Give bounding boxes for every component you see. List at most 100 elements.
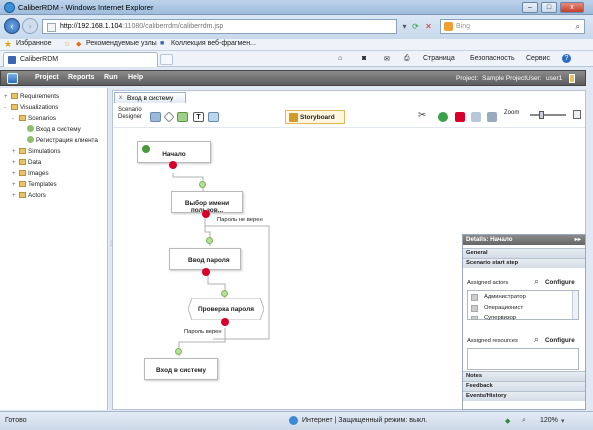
actors-list: Администратор Операционист Супервизор [467,290,579,320]
section-notes[interactable]: Notes [463,371,585,381]
menu-reports[interactable]: Reports [68,74,94,81]
maximize-button[interactable]: □ [541,2,557,13]
tree-item[interactable]: + Actors [0,190,107,201]
diagram-node-start[interactable]: Начало [137,141,211,163]
fav-item-recommended[interactable]: Рекомендуемые узлы [86,40,157,47]
lock-icon[interactable] [569,74,575,83]
tree-item[interactable]: + Images [0,168,107,179]
text-tool-icon[interactable]: T [193,112,204,122]
actor-checkbox[interactable] [471,294,478,301]
section-start-step[interactable]: Scenario start step [463,258,585,268]
section-events[interactable]: Events/History [463,391,585,401]
section-feedback[interactable]: Feedback [463,381,585,391]
zoom-dropdown-icon[interactable]: ▾ [561,417,565,425]
tree-item-label: Вход в систему [36,126,81,133]
diagram-node-enter-password[interactable]: Ввод пароля [169,248,241,270]
input-port[interactable] [206,237,213,244]
folder-icon [11,104,18,110]
output-port[interactable] [202,268,210,276]
zoom-slider-knob[interactable] [539,111,544,119]
menu-help[interactable]: Help [128,74,143,81]
zoom-icon[interactable]: ⌕ [522,417,526,425]
add-step-icon[interactable] [150,112,161,122]
section-general[interactable]: General [463,248,585,258]
add-favorite-icon[interactable]: ☆ [64,40,70,48]
search-box[interactable]: Bing ⌕ [440,19,585,34]
diagram-node-check-password[interactable]: Проверка пароля [188,298,264,320]
zone-text[interactable]: Интернет | Защищенный режим: выкл. [302,417,427,424]
favorites-star-icon[interactable]: ★ [4,39,12,50]
favorites-button[interactable]: Избранное [16,40,51,47]
fit-icon[interactable] [573,110,581,119]
tree-expander-icon[interactable]: - [4,103,11,114]
configure-actors-button[interactable]: Configure [545,279,575,286]
compat-icon[interactable]: ▾ [399,19,410,34]
camera-icon[interactable] [487,112,497,122]
page-icon [47,23,56,32]
close-window-button[interactable]: x [560,2,584,13]
configure-resources-icon[interactable]: ⌕ [534,334,539,345]
tree-item[interactable]: - Visualizations [0,102,107,113]
decision-icon[interactable] [163,111,175,123]
stop-icon[interactable]: ✕ [423,19,434,34]
refresh-icon[interactable]: ⟳ [410,19,421,34]
resources-list [467,348,579,370]
forward-button[interactable]: › [22,18,38,34]
tree-item[interactable]: - Scenarios [0,113,107,124]
tree-item[interactable]: + Requirements [0,91,107,102]
tree-item[interactable]: Регистрация клиента [0,135,107,146]
home-icon[interactable]: ⌂ [338,55,342,62]
browser-tab[interactable]: CaliberRDM [3,52,158,67]
print-icon[interactable]: ⎙ [404,55,410,63]
cmd-security[interactable]: Безопасность [470,55,515,62]
fav-item-webslices[interactable]: Коллекция веб-фрагмен... [171,40,256,47]
tree-item[interactable]: + Simulations [0,146,107,157]
output-port[interactable] [169,161,177,169]
menu-project[interactable]: Project [35,74,59,81]
editor-tab[interactable]: x Вход в систему [114,92,186,103]
tab-close-icon[interactable]: x [119,94,122,101]
output-port[interactable] [221,318,229,326]
mail-icon[interactable]: ✉ [384,55,390,63]
zoom-slider-track[interactable] [530,114,566,116]
tree-item-label: Actors [28,192,46,199]
cmd-service[interactable]: Сервис [526,55,550,62]
add-actor-icon[interactable] [177,112,188,122]
menu-run[interactable]: Run [104,74,118,81]
help-icon[interactable]: ? [562,54,571,63]
actor-checkbox[interactable] [471,305,478,312]
protected-icon[interactable]: ◆ [505,417,510,425]
record-icon[interactable] [455,112,465,122]
fav-item-icon: ■ [160,40,165,47]
tree-expander-icon[interactable]: + [12,191,19,202]
tree-item[interactable]: Вход в систему [0,124,107,135]
tree-expander-icon[interactable]: - [12,114,19,125]
feeds-icon[interactable]: ◙ [362,55,366,62]
tree-item[interactable]: + Templates [0,179,107,190]
tree-item[interactable]: + Data [0,157,107,168]
refresh-diagram-icon[interactable] [438,112,448,122]
search-icon[interactable]: ⌕ [576,22,580,32]
collapse-icon[interactable]: ▸▸ [575,235,581,245]
image-tool-icon[interactable] [208,112,219,122]
input-port[interactable] [221,290,228,297]
back-button[interactable]: ‹ [4,18,20,34]
diagram-node-login[interactable]: Вход в систему [144,358,218,380]
actor-checkbox[interactable] [471,316,478,320]
input-port[interactable] [199,181,206,188]
configure-resources-button[interactable]: Configure [545,337,575,344]
export-icon[interactable] [471,112,481,122]
zoom-level[interactable]: 120% [540,417,558,424]
address-bar[interactable]: http://192.168.1.104:11080/caliberrdm/ca… [42,19,397,34]
minimize-button[interactable]: – [522,2,538,13]
cut-icon[interactable]: ✂ [418,110,426,121]
storyboard-button[interactable]: Storyboard [285,110,345,124]
assigned-actors-label: Assigned actors [467,280,509,286]
connector [204,214,270,340]
cmd-page[interactable]: Страница [423,55,455,62]
configure-actors-icon[interactable]: ⌕ [534,276,539,287]
actors-scrollbar[interactable] [572,291,578,319]
output-port[interactable] [202,210,210,218]
input-port[interactable] [175,348,182,355]
new-tab-button[interactable] [160,54,173,65]
